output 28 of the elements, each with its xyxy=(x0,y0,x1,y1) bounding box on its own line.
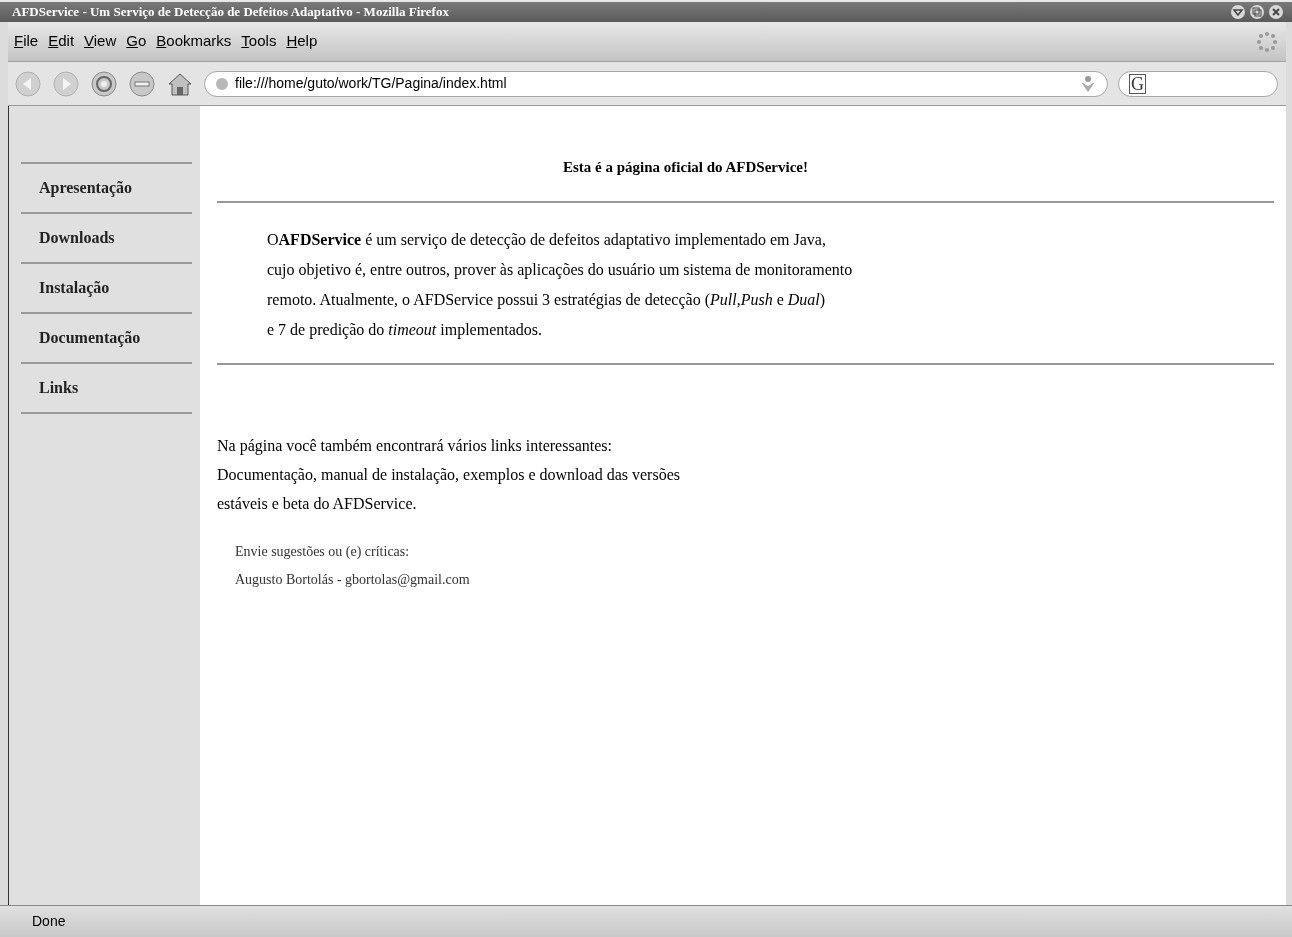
menu-item[interactable]: File xyxy=(10,30,43,53)
menu-item[interactable]: Help xyxy=(282,30,322,53)
search-field[interactable]: G xyxy=(1118,70,1278,97)
address-field[interactable]: file:///home/guto/work/TG/Pagina/index.html xyxy=(204,70,1108,97)
menu-item[interactable]: Tools xyxy=(237,30,281,53)
status-text: Done xyxy=(32,912,66,931)
menu-item[interactable]: View xyxy=(80,30,121,53)
sidebar-link[interactable]: Instalação xyxy=(39,276,110,300)
maximize-icon[interactable] xyxy=(1249,4,1265,20)
menu-item[interactable]: Bookmarks xyxy=(152,30,236,53)
intro-paragraph: OAFDService é um serviço de detecção de defeitos adaptativo implementado em Java, cujo objetivo é, entre outros, prover às aplicações do usuário um sistema de monitoramento remoto. Atualmente, o AFDService possui 3 estratégias de detecção (Pull,Push e Dual) e 7 de predição do timeout implementados. xyxy=(217,202,1274,365)
throbber-icon xyxy=(1256,30,1278,53)
info-paragraph: Na página você também encontrará vários links interessantes: Documentação, manual de instalação, exemplos e download das versões estáveis e beta do AFDService. xyxy=(217,435,681,514)
minimize-icon[interactable] xyxy=(1230,4,1246,20)
sidebar-link[interactable]: Apresentação xyxy=(39,176,133,200)
close-icon[interactable] xyxy=(1268,4,1284,20)
reload-icon[interactable] xyxy=(90,69,118,98)
window-title: AFDService - Um Serviço de Detecção de Defeitos Adaptativo - Mozilla Firefox xyxy=(12,3,449,22)
sidebar-link[interactable]: Links xyxy=(39,376,79,400)
sidebar-link[interactable]: Downloads xyxy=(39,226,115,250)
page-icon xyxy=(215,76,229,91)
menu-item[interactable]: Go xyxy=(122,30,151,53)
sidebar-link[interactable]: Documentação xyxy=(39,326,141,350)
page-heading: Esta é a página oficial do AFDService! xyxy=(217,106,1274,203)
search-engine-icon[interactable]: G xyxy=(1129,73,1146,94)
contact-text: Envie sugestões ou (e) críticas: Augusto Bortolás - gbortolas@gmail.com xyxy=(234,542,471,589)
stop-icon[interactable] xyxy=(128,69,156,98)
menu-item[interactable]: Edit xyxy=(44,30,79,53)
